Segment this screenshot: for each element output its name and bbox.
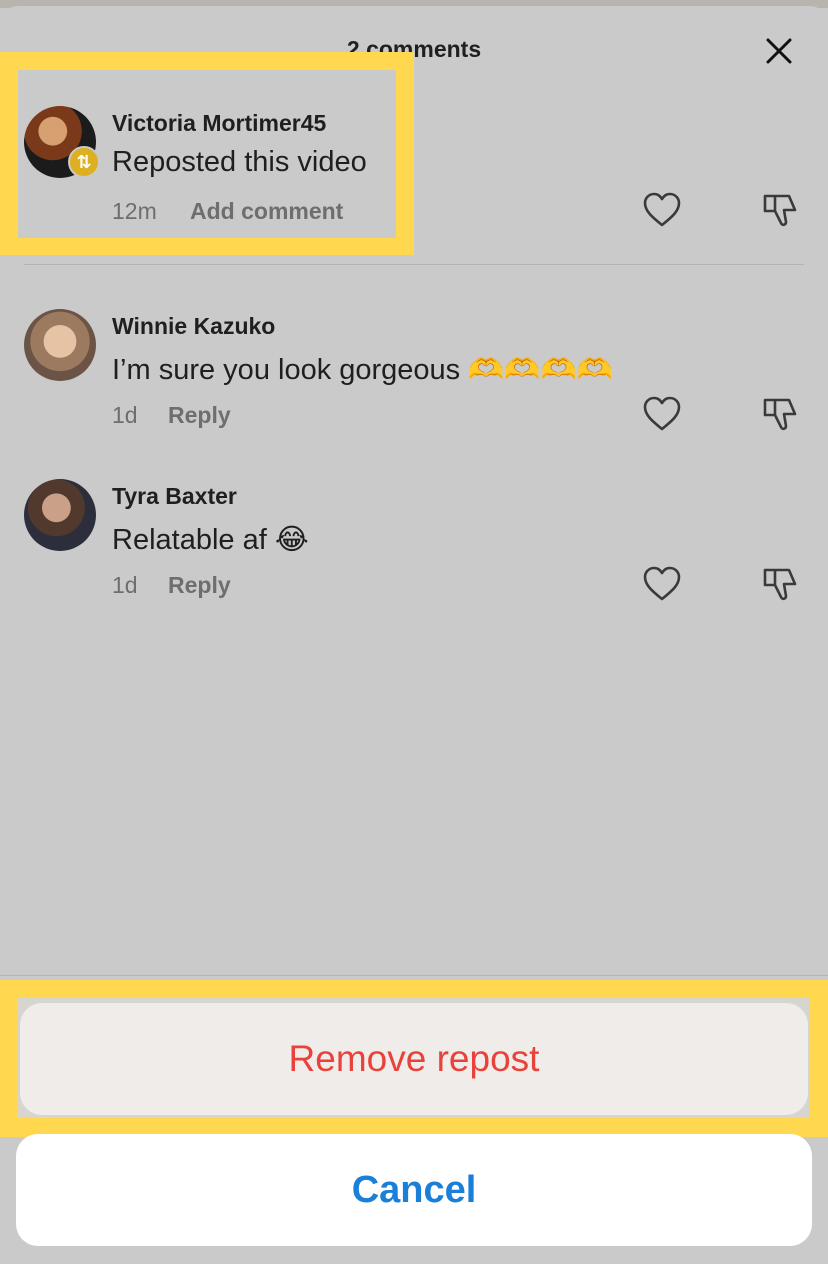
heart-icon[interactable]: [642, 396, 682, 432]
heart-icon[interactable]: [642, 192, 682, 228]
dislike-icon[interactable]: [760, 394, 800, 434]
dislike-icon[interactable]: [760, 564, 800, 604]
add-comment-button[interactable]: Add comment: [190, 198, 343, 225]
comment-username[interactable]: Tyra Baxter: [112, 483, 237, 510]
comment-username[interactable]: Victoria Mortimer45: [112, 110, 326, 137]
heart-icon[interactable]: [642, 566, 682, 602]
reply-button[interactable]: Reply: [168, 402, 231, 429]
comment-username[interactable]: Winnie Kazuko: [112, 313, 275, 340]
reply-button[interactable]: Reply: [168, 572, 231, 599]
remove-repost-button[interactable]: Remove repost: [20, 1003, 808, 1115]
comment-time: 12m: [112, 198, 157, 224]
comment-time: 1d: [112, 402, 138, 428]
comment-time: 1d: [112, 572, 138, 598]
comment-text: Reposted this video: [112, 146, 367, 178]
close-icon[interactable]: [762, 34, 796, 68]
repost-icon: ⇅: [68, 146, 100, 178]
avatar[interactable]: [24, 479, 96, 551]
comment-text: Relatable af 😂: [112, 524, 309, 556]
comment-text: I’m sure you look gorgeous 🫶🫶🫶🫶: [112, 354, 613, 386]
divider: [24, 264, 804, 265]
divider: [0, 975, 828, 976]
avatar[interactable]: [24, 309, 96, 381]
dislike-icon[interactable]: [760, 190, 800, 230]
cancel-button[interactable]: Cancel: [16, 1134, 812, 1246]
